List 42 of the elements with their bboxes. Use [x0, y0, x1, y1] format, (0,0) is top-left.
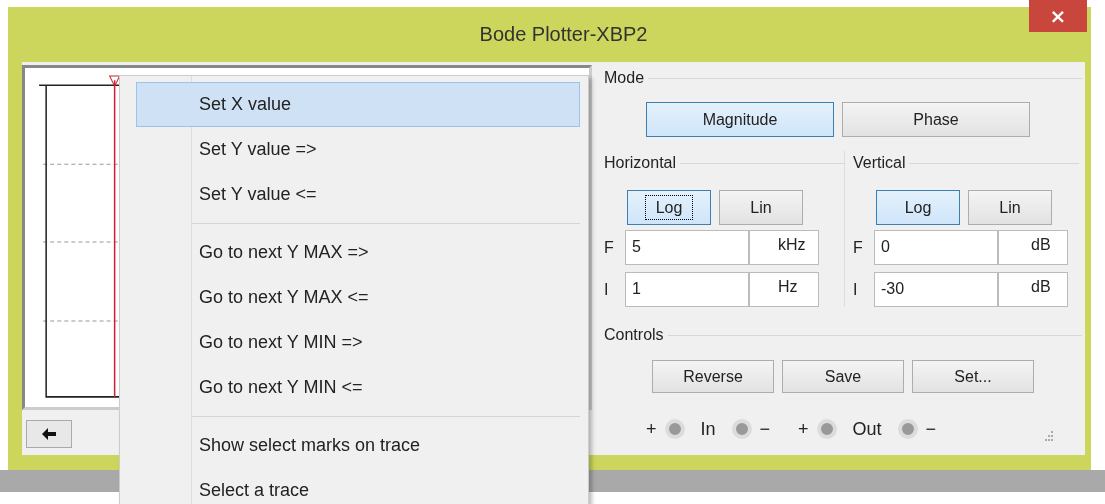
scale-button[interactable]: Log	[876, 190, 960, 225]
menu-item[interactable]: Set Y value =>	[136, 127, 580, 172]
group-label: Controls	[604, 326, 665, 344]
mode-button[interactable]: Phase	[842, 102, 1030, 137]
terminal-label: In	[699, 418, 717, 440]
field-letter: F	[604, 238, 615, 257]
mode-button[interactable]: Magnitude	[646, 102, 834, 137]
control-button[interactable]: Reverse	[652, 360, 774, 393]
value-field[interactable]: 5	[625, 230, 749, 265]
plus-sign: +	[646, 418, 657, 440]
field-letter: I	[604, 280, 610, 299]
minus-sign: −	[925, 418, 937, 440]
field-letter: F	[853, 238, 864, 257]
minus-sign: −	[759, 418, 771, 440]
menu-item[interactable]: Set Y value <=	[136, 172, 580, 217]
plus-sign: +	[798, 418, 809, 440]
scale-button[interactable]: Log	[627, 190, 711, 225]
menu-item[interactable]: Go to next Y MIN =>	[136, 320, 580, 365]
unit-field[interactable]: Hz	[749, 272, 819, 307]
menu-item[interactable]: Show select marks on trace	[136, 423, 580, 468]
menu-item[interactable]: Go to next Y MIN <=	[136, 365, 580, 410]
value-field[interactable]: 0	[874, 230, 998, 265]
menu-item[interactable]: Set X value	[136, 82, 580, 127]
group-label: Vertical	[853, 154, 907, 172]
unit-field[interactable]: dB	[998, 230, 1068, 265]
unit-field[interactable]: kHz	[749, 230, 819, 265]
scale-button[interactable]: Lin	[719, 190, 803, 225]
menu-item[interactable]: Go to next Y MAX <=	[136, 275, 580, 320]
menu-item[interactable]: Select a trace	[136, 468, 580, 504]
value-field[interactable]: -30	[874, 272, 998, 307]
terminal-label: Out	[851, 418, 883, 440]
close-button[interactable]: ×	[1029, 0, 1087, 32]
menu-item[interactable]: Go to next Y MAX =>	[136, 230, 580, 275]
scale-button[interactable]: Lin	[968, 190, 1052, 225]
window-title: Bode Plotter-XBP2	[478, 23, 648, 46]
unit-field[interactable]: dB	[998, 272, 1068, 307]
group-label: Mode	[604, 69, 646, 87]
value-field[interactable]: 1	[625, 272, 749, 307]
group-label: Horizontal	[604, 154, 678, 172]
control-button[interactable]: Save	[782, 360, 904, 393]
field-letter: I	[853, 280, 859, 299]
control-button[interactable]: Set...	[912, 360, 1034, 393]
